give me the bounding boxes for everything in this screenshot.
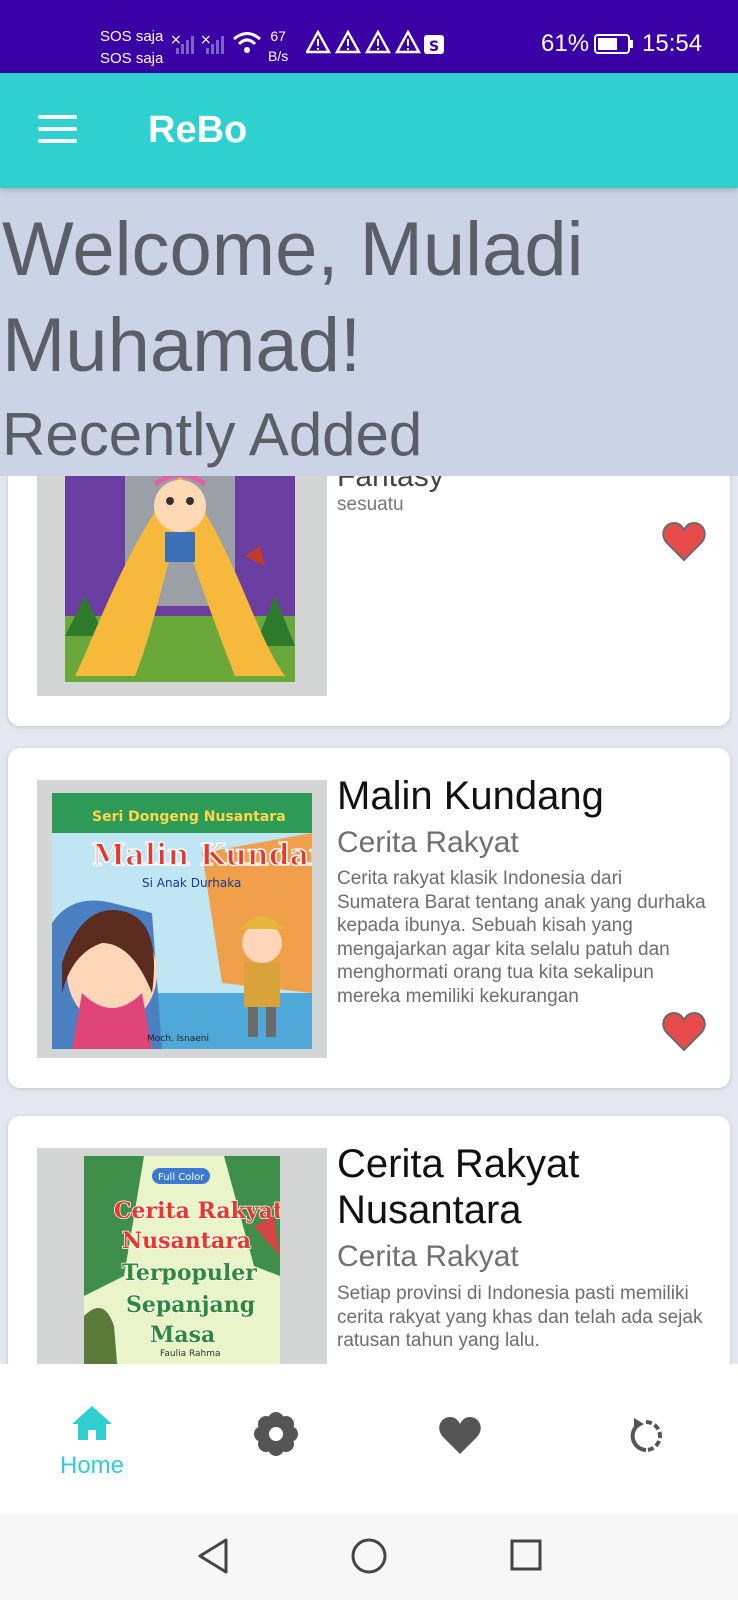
net-speed-value: 67: [270, 28, 286, 44]
book-genre: Cerita Rakyat: [337, 826, 519, 859]
cover-title: Malin Kundang: [92, 838, 312, 873]
refresh-icon: [630, 1418, 662, 1452]
wifi-icon: [233, 32, 261, 53]
cerita-rakyat-nusantara-cover-image: Full Color Cerita Rakyat Nusantara Terpo…: [84, 1156, 280, 1364]
cover-line4: Sepanjang: [126, 1292, 255, 1318]
book-genre: Cerita Rakyat: [337, 1240, 519, 1273]
favorite-icon[interactable]: [662, 1012, 706, 1052]
cover-line5: Masa: [150, 1322, 215, 1348]
sim-labels: SOS saja SOS saja: [100, 26, 163, 70]
home-circle-icon[interactable]: [350, 1536, 388, 1576]
cover-series: Seri Dongeng Nusantara: [92, 809, 286, 825]
menu-icon[interactable]: [38, 115, 78, 145]
clock: 15:54: [642, 30, 703, 57]
book-description: Cerita rakyat klasik Indonesia dari Suma…: [337, 868, 706, 1007]
svg-text:×: ×: [200, 32, 212, 48]
book-cover: Full Color Cerita Rakyat Nusantara Terpo…: [37, 1148, 327, 1364]
net-speed: 67 B/s: [268, 26, 288, 66]
net-speed-unit: B/s: [268, 48, 289, 64]
signal-icon-2: ×: [200, 32, 224, 54]
book-card[interactable]: Seri Dongeng Nusantara Malin Kundang Si …: [8, 748, 730, 1088]
book-card[interactable]: Full Color Cerita Rakyat Nusantara Terpo…: [8, 1116, 730, 1364]
battery-icon: [594, 34, 633, 54]
book-cover: [37, 476, 327, 696]
svg-text:×: ×: [170, 32, 182, 48]
section-title: Recently Added: [2, 401, 423, 468]
system-navigation-bar: [0, 1514, 738, 1600]
home-icon: [72, 1406, 112, 1440]
cover-line2: Nusantara: [122, 1228, 251, 1254]
nav-favorites[interactable]: [390, 1364, 530, 1514]
svg-text:S: S: [429, 39, 439, 55]
cover-subtitle: Si Anak Durhaka: [142, 876, 241, 890]
malin-kundang-cover-image: Seri Dongeng Nusantara Malin Kundang Si …: [52, 793, 312, 1049]
heart-icon: [439, 1417, 481, 1454]
book-list[interactable]: Fantasy sesuatu Seri Dongeng Nusantara M…: [0, 476, 738, 1364]
nav-home[interactable]: Home: [22, 1364, 162, 1514]
book-genre: sesuatu: [337, 494, 404, 515]
nav-categories[interactable]: [206, 1364, 346, 1514]
nav-history[interactable]: [576, 1364, 716, 1514]
rapunzel-cover-image: [65, 476, 295, 682]
recents-icon[interactable]: [508, 1536, 544, 1576]
flower-icon: [254, 1412, 298, 1456]
battery-percent: 61%: [541, 30, 590, 57]
book-card[interactable]: Fantasy sesuatu: [8, 476, 730, 726]
app-title: ReBo: [148, 109, 248, 151]
book-description: Setiap provinsi di Indonesia pasti memil…: [337, 1283, 703, 1352]
book-title: Malin Kundang: [337, 774, 604, 818]
cover-line1: Cerita Rakyat: [114, 1198, 280, 1224]
notification-icons: S: [306, 30, 444, 55]
book-title: Cerita Rakyat Nusantara: [337, 1142, 580, 1232]
cover-line3: Terpopuler: [122, 1260, 257, 1286]
favorite-icon[interactable]: [662, 522, 706, 562]
sim1-label: SOS saja: [100, 28, 164, 45]
app-bar: ReBo: [0, 73, 738, 188]
signal-icon: ×: [170, 32, 194, 54]
nav-home-label: Home: [59, 1452, 125, 1479]
cover-badge: Full Color: [158, 1172, 205, 1183]
status-bar: SOS saja SOS saja × × 67 B/s S 61% 15:54: [0, 0, 738, 73]
welcome-header: Welcome, Muladi Muhamad! Recently Added: [0, 188, 738, 476]
sim2-label: SOS saja: [100, 50, 164, 67]
book-cover: Seri Dongeng Nusantara Malin Kundang Si …: [37, 780, 327, 1058]
cover-author: Moch. Isnaeni: [147, 1034, 209, 1044]
back-icon[interactable]: [196, 1536, 230, 1576]
welcome-text: Welcome, Muladi Muhamad!: [2, 207, 584, 388]
bottom-navigation: Home: [0, 1364, 738, 1514]
cover-author: Faulia Rahma: [160, 1349, 221, 1359]
